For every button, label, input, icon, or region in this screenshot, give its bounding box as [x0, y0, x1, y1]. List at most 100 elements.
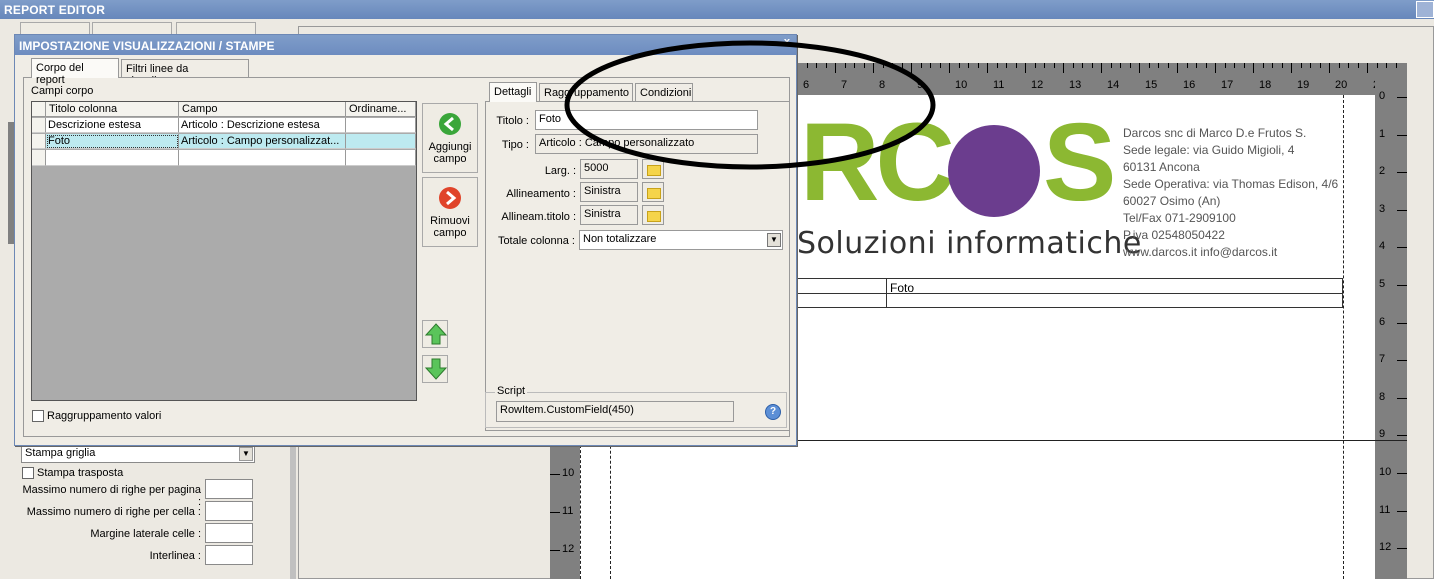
- ruler-tick: [1397, 435, 1407, 437]
- allineamento-label: Allineamento :: [506, 188, 576, 200]
- grid-cell[interactable]: [346, 150, 416, 166]
- remove-field-button[interactable]: Rimuovi campo: [422, 177, 478, 247]
- ruler-top-label: 18: [1259, 79, 1272, 91]
- tab-dettagli[interactable]: Dettagli: [489, 82, 537, 102]
- stampa-trasposta-checkbox[interactable]: [22, 467, 34, 479]
- ruler-tick: [1367, 63, 1368, 73]
- company-info: Darcos snc di Marco D.e Frutos S. Sede le…: [1123, 125, 1358, 261]
- stampa-select[interactable]: Stampa griglia ▼: [21, 445, 255, 463]
- allineamento-input[interactable]: Sinistra: [580, 182, 638, 202]
- chevron-down-icon[interactable]: ▼: [767, 233, 781, 247]
- folder-icon[interactable]: [642, 182, 664, 202]
- grid-cell[interactable]: Articolo : Campo personalizzat...: [179, 134, 346, 149]
- chevron-down-icon[interactable]: ▼: [239, 447, 253, 461]
- ruler-tick: [1310, 63, 1311, 68]
- ruler-tick: [1262, 63, 1264, 68]
- tab-filtri-linee[interactable]: Filtri linee da visualizzare: [121, 59, 249, 87]
- grid-cell[interactable]: Articolo : Descrizione estesa: [179, 118, 346, 133]
- column-header-campo[interactable]: Campo: [179, 102, 346, 117]
- ruler-top-label: 17: [1221, 79, 1234, 91]
- annotation-ellipse: [564, 40, 936, 170]
- grid-cell[interactable]: [179, 150, 346, 166]
- tab-corpo-report[interactable]: Corpo del report: [31, 58, 119, 86]
- column-header-titolo[interactable]: Titolo colonna: [46, 102, 179, 117]
- row-selector[interactable]: [32, 118, 46, 133]
- grid-cell[interactable]: [46, 150, 179, 166]
- ruler-tick: [977, 63, 979, 68]
- splitter[interactable]: [290, 445, 296, 579]
- preview-table-row-cell: [797, 294, 886, 308]
- table-row[interactable]: Descrizione estesa Articolo : Descrizion…: [32, 118, 416, 133]
- company-info-line: P.iva 02548050422: [1123, 228, 1225, 242]
- ruler-tick: [1397, 285, 1407, 286]
- ruler-right-label: 0: [1379, 90, 1386, 102]
- ruler-right-label: 9: [1379, 428, 1386, 441]
- interlinea-input[interactable]: [205, 545, 253, 565]
- arrow-down-icon: [424, 358, 448, 380]
- ruler-tick: [1053, 63, 1055, 68]
- ruler-top-label: 20: [1335, 79, 1348, 91]
- app-titlebar: REPORT EDITOR: [0, 0, 1434, 19]
- grid-cell[interactable]: [346, 134, 416, 149]
- table-row-new[interactable]: [32, 150, 416, 166]
- ruler-tick: [1224, 63, 1226, 68]
- logo-subtitle: Soluzioni informatiche: [797, 226, 1142, 261]
- ruler-tick: [1357, 63, 1359, 68]
- margine-input[interactable]: [205, 523, 253, 543]
- app-title: REPORT EDITOR: [4, 3, 106, 17]
- row-selector[interactable]: [32, 134, 46, 149]
- section-label: Campi corpo: [31, 85, 94, 97]
- ruler-right-label: 3: [1379, 202, 1386, 215]
- ruler-tick: [968, 63, 969, 68]
- ruler-tick: [1082, 63, 1083, 68]
- grouping-checkbox[interactable]: [32, 410, 44, 422]
- ruler-tick: [1158, 63, 1159, 68]
- margine-label: Margine laterale celle :: [90, 528, 201, 540]
- company-info-line: 60131 Ancona: [1123, 160, 1200, 174]
- preview-table-cell: [797, 278, 886, 294]
- folder-icon[interactable]: [642, 205, 664, 225]
- grid-cell[interactable]: Descrizione estesa: [46, 118, 179, 133]
- titolo-label: Titolo :: [496, 115, 529, 127]
- ruler-tick: [1329, 63, 1330, 73]
- max-rows-page-input[interactable]: [205, 479, 253, 499]
- column-header-ordinamento[interactable]: Ordiname...: [346, 102, 416, 117]
- ruler-tick: [1397, 172, 1407, 174]
- ruler-left-label: 12: [562, 543, 575, 555]
- company-info-line: www.darcos.it info@darcos.it: [1123, 245, 1278, 259]
- ruler-tick: [1300, 63, 1302, 68]
- max-rows-cell-label: Massimo numero di righe per cella :: [26, 506, 201, 518]
- close-app-button[interactable]: [1416, 1, 1434, 18]
- ruler-tick: [1319, 63, 1321, 68]
- arrow-up-icon: [424, 323, 448, 345]
- max-rows-cell-input[interactable]: [205, 501, 253, 521]
- ruler-tick: [1397, 397, 1407, 399]
- ruler-top-label: 15: [1145, 79, 1158, 91]
- ruler-tick: [1234, 63, 1235, 68]
- ruler-tick: [1215, 63, 1216, 73]
- ruler-tick: [1025, 63, 1026, 73]
- ruler-tick: [958, 63, 960, 68]
- totale-select-value: Non totalizzare: [583, 233, 657, 245]
- preview-column-header: Foto: [886, 278, 1343, 295]
- move-up-button[interactable]: [422, 320, 448, 348]
- ruler-tick: [1397, 134, 1407, 136]
- table-row-selected[interactable]: Foto Articolo : Campo personalizzat...: [32, 134, 416, 149]
- help-icon[interactable]: ?: [765, 404, 781, 420]
- stampa-trasposta-label: Stampa trasposta: [37, 467, 124, 479]
- move-down-button[interactable]: [422, 355, 448, 383]
- totale-select[interactable]: Non totalizzare: [579, 230, 783, 250]
- add-field-button[interactable]: Aggiungi campo: [422, 103, 478, 173]
- ruler-right-label: 4: [1379, 240, 1386, 253]
- ruler-right-label: 6: [1379, 315, 1386, 328]
- grid-corner: [32, 102, 46, 117]
- ruler-tick: [1386, 63, 1387, 68]
- ruler-tick: [1338, 63, 1340, 68]
- grid-cell[interactable]: [346, 118, 416, 133]
- ruler-right-label: 1: [1379, 127, 1386, 140]
- ruler-top-label: 10: [955, 79, 968, 91]
- row-selector[interactable]: [32, 150, 46, 166]
- script-input[interactable]: RowItem.CustomField(450): [496, 401, 734, 422]
- allineam-titolo-input[interactable]: Sinistra: [580, 205, 638, 225]
- grid-cell[interactable]: Foto: [46, 134, 179, 149]
